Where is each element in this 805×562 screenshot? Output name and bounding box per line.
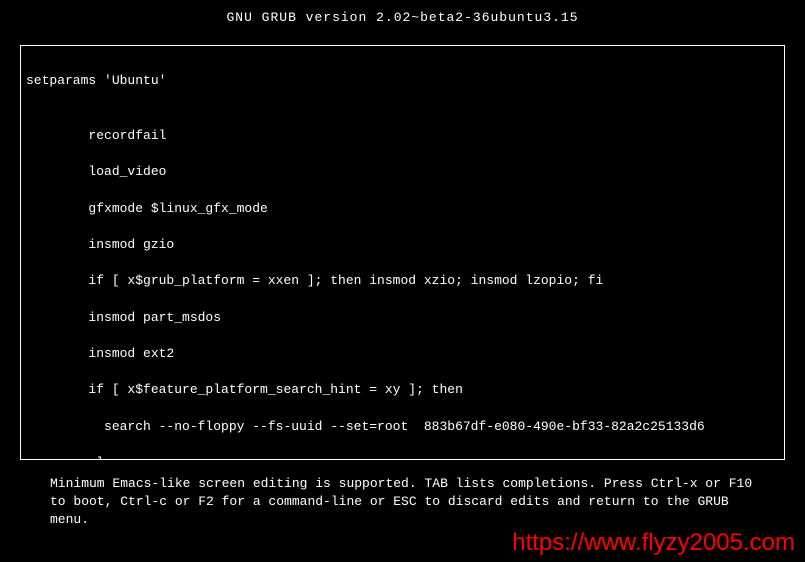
grub-header: GNU GRUB version 2.02~beta2-36ubuntu3.15: [0, 0, 805, 35]
editor-line[interactable]: if [ x$feature_platform_search_hint = xy…: [26, 381, 779, 399]
editor-line[interactable]: if [ x$grub_platform = xxen ]; then insm…: [26, 272, 779, 290]
editor-line[interactable]: load_video: [26, 163, 779, 181]
grub-editor[interactable]: setparams 'Ubuntu' recordfail load_video…: [20, 45, 785, 460]
editor-line[interactable]: gfxmode $linux_gfx_mode: [26, 200, 779, 218]
editor-line[interactable]: recordfail: [26, 127, 779, 145]
editor-line[interactable]: search --no-floppy --fs-uuid --set=root …: [26, 418, 779, 436]
grub-footer: Minimum Emacs-like screen editing is sup…: [0, 470, 805, 535]
editor-line[interactable]: insmod part_msdos: [26, 309, 779, 327]
editor-line[interactable]: setparams 'Ubuntu': [26, 72, 779, 90]
grub-title: GNU GRUB version 2.02~beta2-36ubuntu3.15: [226, 10, 578, 25]
editor-line[interactable]: else: [26, 454, 779, 460]
watermark-text: https://www.flyzy2005.com: [512, 529, 795, 556]
editor-line[interactable]: insmod ext2: [26, 345, 779, 363]
watermark: https://www.flyzy2005.com: [512, 529, 795, 557]
help-text: Minimum Emacs-like screen editing is sup…: [50, 476, 752, 527]
editor-line[interactable]: insmod gzio: [26, 236, 779, 254]
